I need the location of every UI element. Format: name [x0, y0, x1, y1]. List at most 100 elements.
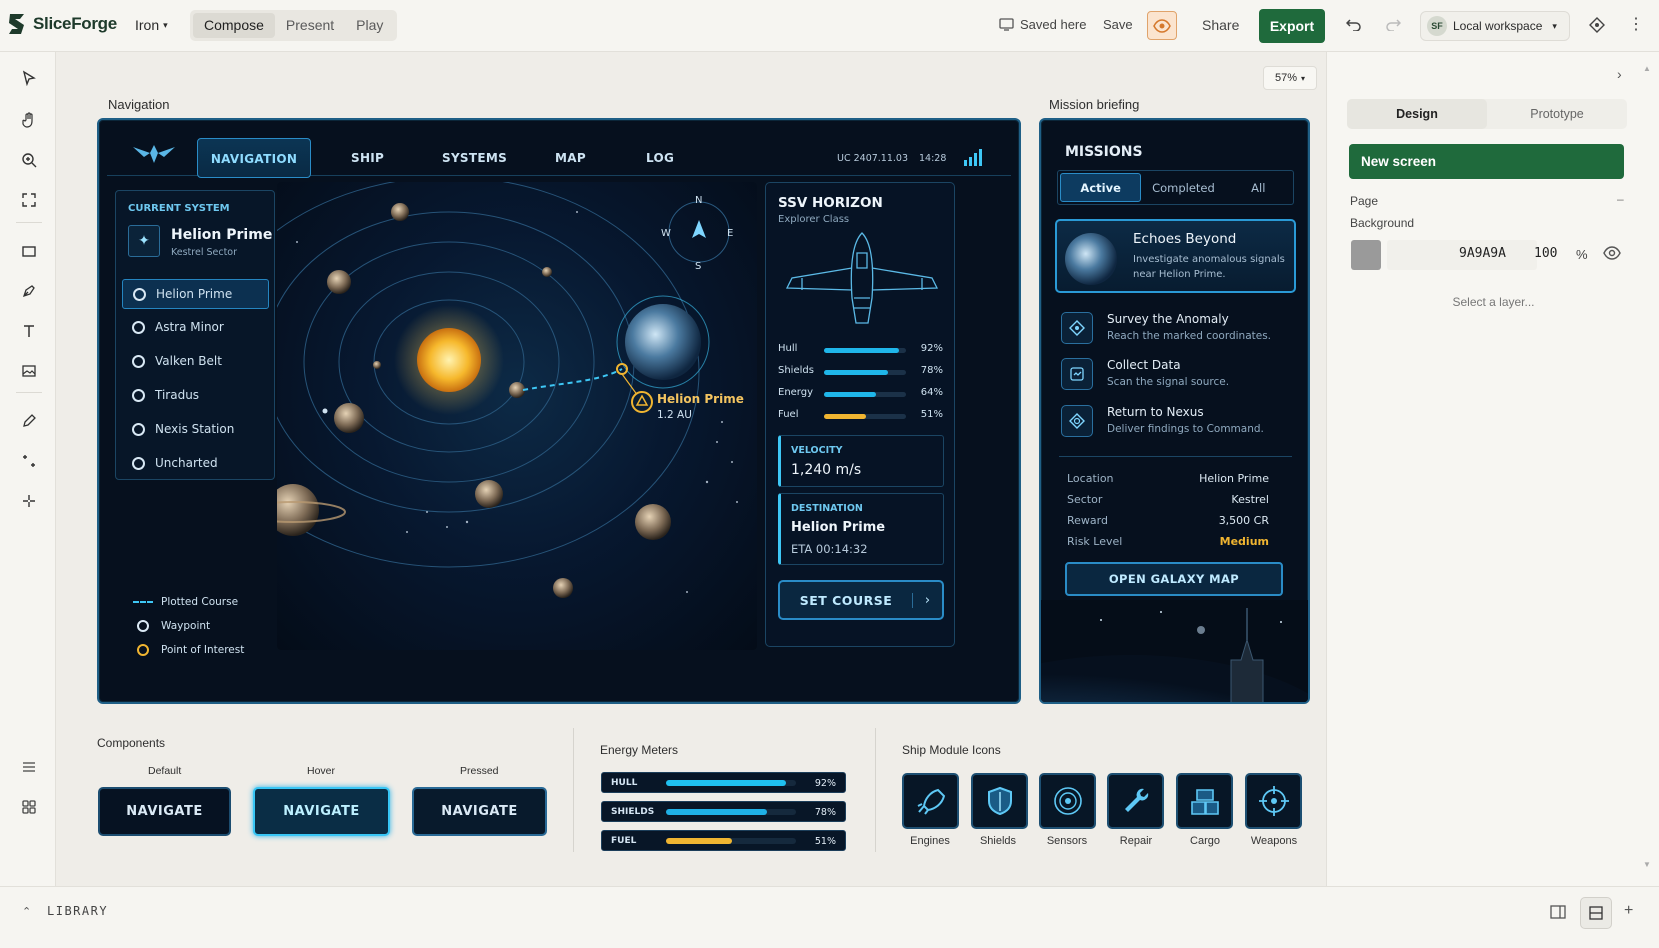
component-icon[interactable]: [1589, 17, 1605, 33]
repair-icon[interactable]: [1107, 773, 1164, 829]
star-map[interactable]: N S E W Helion Prime 1.2 AU: [277, 182, 757, 650]
empty-selection-hint: Select a layer...: [1452, 295, 1535, 309]
planet-helion-prime: [625, 304, 701, 380]
navigate-button-pressed[interactable]: NAVIGATE: [412, 787, 547, 836]
navigate-button-default[interactable]: NAVIGATE: [98, 787, 231, 836]
destination-card: DESTINATION Helion Prime ETA 00:14:32: [778, 493, 944, 565]
tab-map[interactable]: MAP: [555, 138, 586, 178]
chevron-up-icon[interactable]: ⌃: [22, 905, 31, 918]
return-icon: [1061, 405, 1093, 437]
pen-tool-icon[interactable]: [18, 280, 40, 302]
tab-log[interactable]: LOG: [646, 138, 674, 178]
mission-item[interactable]: Survey the Anomaly Reach the marked coord…: [1055, 310, 1280, 352]
chevron-right-icon[interactable]: ›: [1617, 66, 1622, 82]
split-view-icon[interactable]: [1550, 905, 1566, 922]
system-item-valken-belt[interactable]: Valken Belt: [122, 346, 269, 376]
tab-active[interactable]: Active: [1060, 173, 1142, 202]
navigation-frame[interactable]: NAVIGATION SHIP SYSTEMS MAP LOG UC 2407.…: [97, 118, 1021, 704]
scroll-down-icon[interactable]: ▼: [1643, 860, 1651, 869]
layers-list-icon[interactable]: [18, 756, 40, 778]
app-name: SliceForge: [33, 14, 117, 33]
select-tool-icon[interactable]: [18, 67, 40, 89]
hand-tool-icon[interactable]: [18, 109, 40, 131]
new-screen-button[interactable]: New screen: [1349, 144, 1624, 179]
assets-grid-icon[interactable]: [18, 796, 40, 818]
zoom-control[interactable]: 57% ▾: [1263, 66, 1317, 90]
scroll-up-icon[interactable]: ▲: [1643, 64, 1651, 73]
legend-waypoint: Waypoint: [133, 614, 244, 638]
featured-mission-card[interactable]: Echoes Beyond Investigate anomalous sign…: [1055, 219, 1296, 293]
preview-toggle-button[interactable]: [1147, 11, 1177, 40]
engines-icon[interactable]: [902, 773, 959, 829]
collapse-icon[interactable]: –: [1617, 192, 1624, 206]
background-opacity-input[interactable]: 100: [1534, 246, 1557, 261]
frame-label-navigation[interactable]: Navigation: [108, 97, 169, 112]
share-button[interactable]: Share: [1202, 17, 1239, 33]
system-item-helion-prime[interactable]: Helion Prime: [122, 279, 269, 309]
mission-item[interactable]: Collect Data Scan the signal source.: [1055, 356, 1280, 398]
more-options-icon[interactable]: ⋮: [1628, 14, 1644, 34]
tab-navigation[interactable]: NAVIGATION: [197, 138, 311, 178]
background-hex-input[interactable]: 9A9A9A: [1459, 246, 1506, 261]
system-item-uncharted[interactable]: Uncharted: [122, 448, 269, 478]
pencil-tool-icon[interactable]: [18, 410, 40, 432]
open-galaxy-map-button[interactable]: OPEN GALAXY MAP: [1065, 562, 1283, 596]
shields-icon[interactable]: [971, 773, 1028, 829]
chevron-down-icon: ▾: [163, 19, 168, 30]
mode-present[interactable]: Present: [275, 13, 345, 38]
tab-completed[interactable]: Completed: [1141, 181, 1225, 195]
system-item-nexis-station[interactable]: Nexis Station: [122, 414, 269, 444]
state-default-label: Default: [148, 765, 182, 777]
text-tool-icon[interactable]: [18, 320, 40, 342]
ai-sparkle-icon[interactable]: [18, 490, 40, 512]
nav-header: NAVIGATION SHIP SYSTEMS MAP LOG UC 2407.…: [107, 128, 1011, 178]
info-risk-level: Risk Level Medium: [1067, 535, 1269, 548]
tab-design[interactable]: Design: [1347, 99, 1487, 129]
background-color-swatch[interactable]: [1351, 240, 1381, 270]
library-label[interactable]: LIBRARY: [47, 904, 108, 918]
cargo-icon[interactable]: [1176, 773, 1233, 829]
tab-prototype[interactable]: Prototype: [1487, 99, 1627, 129]
zoom-tool-icon[interactable]: [18, 149, 40, 171]
app-logo[interactable]: SliceForge: [6, 10, 117, 38]
info-location: Location Helion Prime: [1067, 472, 1269, 485]
undo-icon[interactable]: [1346, 17, 1362, 31]
weapons-icon[interactable]: [1245, 773, 1302, 829]
mission-tabs: Active Completed All: [1057, 170, 1294, 205]
tab-all[interactable]: All: [1226, 181, 1291, 195]
module-label-cargo: Cargo: [1190, 835, 1220, 847]
components-label: Components: [97, 736, 166, 750]
velocity-card: VELOCITY 1,240 m/s: [778, 435, 944, 487]
mission-item[interactable]: Return to Nexus Deliver findings to Comma…: [1055, 403, 1280, 445]
rectangle-tool-icon[interactable]: [18, 240, 40, 262]
visibility-eye-icon[interactable]: [1603, 246, 1621, 263]
tab-systems[interactable]: SYSTEMS: [442, 138, 507, 178]
fit-screen-icon[interactable]: [18, 189, 40, 211]
system-item-astra-minor[interactable]: Astra Minor: [122, 312, 269, 342]
document-menu[interactable]: Iron ▾: [135, 17, 168, 33]
system-item-tiradus[interactable]: Tiradus: [122, 380, 269, 410]
module-label-weapons: Weapons: [1250, 835, 1298, 847]
redo-icon[interactable]: [1385, 17, 1401, 31]
set-course-button[interactable]: SET COURSE ›: [778, 580, 944, 620]
mission-frame[interactable]: MISSIONS Active Completed All Echoes Bey…: [1039, 118, 1310, 704]
workspace-selector[interactable]: SF Local workspace ▾: [1420, 11, 1570, 41]
navigate-button-hover[interactable]: NAVIGATE: [253, 787, 390, 836]
energy-meter-shields: SHIELDS 78%: [601, 801, 846, 822]
sensors-icon[interactable]: [1039, 773, 1096, 829]
info-reward: Reward 3,500 CR: [1067, 514, 1269, 527]
energy-meter-fuel: FUEL 51%: [601, 830, 846, 851]
panel-view-icon[interactable]: [1580, 897, 1612, 929]
image-tool-icon[interactable]: [18, 360, 40, 382]
sun: [417, 328, 481, 392]
saved-indicator: Saved here: [999, 17, 1087, 32]
export-button[interactable]: Export: [1259, 9, 1325, 43]
add-icon[interactable]: +: [1624, 902, 1633, 920]
mode-compose[interactable]: Compose: [193, 13, 275, 38]
save-button[interactable]: Save: [1103, 17, 1133, 32]
frame-label-mission[interactable]: Mission briefing: [1049, 97, 1139, 112]
mode-play[interactable]: Play: [345, 13, 394, 38]
background-label: Background: [1350, 216, 1415, 230]
tab-ship[interactable]: SHIP: [351, 138, 384, 178]
crop-tool-icon[interactable]: [18, 450, 40, 472]
